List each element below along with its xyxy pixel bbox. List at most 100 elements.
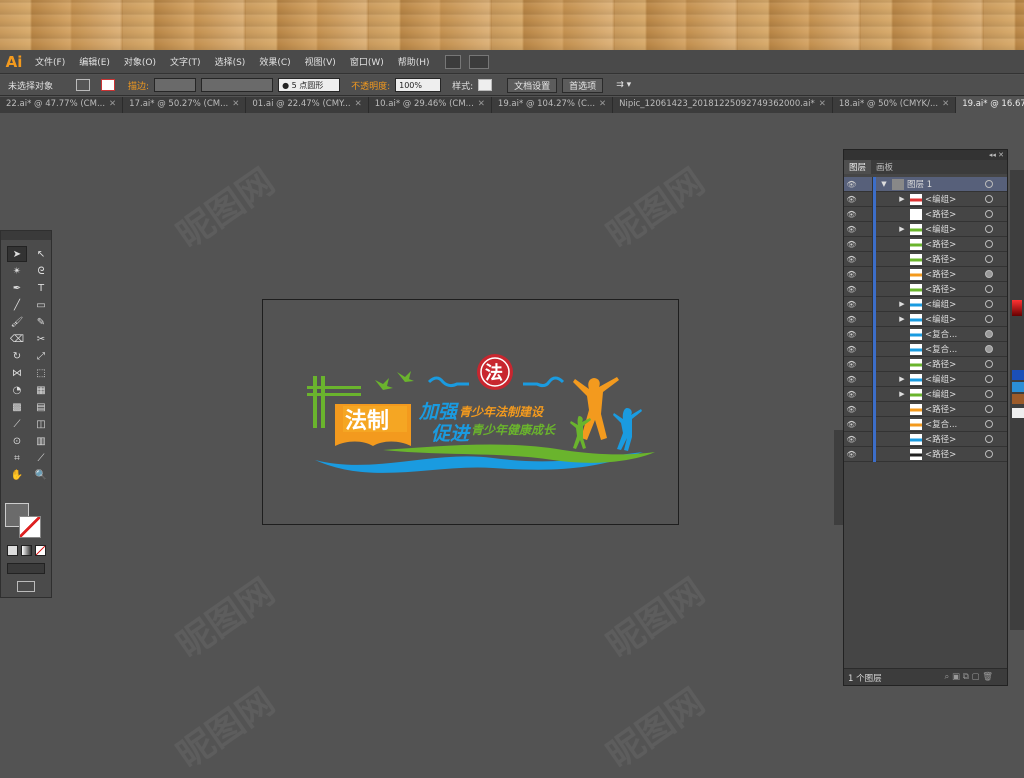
pen-tool-icon[interactable]: ✒ bbox=[7, 280, 27, 296]
magic-wand-icon[interactable]: ✴ bbox=[7, 263, 27, 279]
pencil-icon[interactable]: ✎ bbox=[31, 314, 51, 330]
menu-help[interactable]: 帮助(H) bbox=[391, 55, 437, 68]
visibility-eye-icon[interactable]: 👁 bbox=[844, 450, 859, 459]
lock-toggle[interactable] bbox=[859, 401, 873, 417]
collapsed-panel-strip[interactable] bbox=[834, 430, 843, 525]
layer-row-top[interactable]: 👁 ▼ 图层 1 bbox=[844, 176, 1007, 192]
lock-toggle[interactable] bbox=[859, 371, 873, 387]
visibility-eye-icon[interactable]: 👁 bbox=[844, 180, 859, 189]
brush-dropdown[interactable]: ● 5 点圆形 bbox=[278, 78, 341, 92]
target-circle-icon[interactable] bbox=[985, 360, 993, 368]
target-circle-icon[interactable] bbox=[985, 225, 993, 233]
target-circle-icon[interactable] bbox=[985, 240, 993, 248]
menu-select[interactable]: 选择(S) bbox=[208, 55, 253, 68]
scale-tool-icon[interactable]: ⤢ bbox=[31, 348, 51, 364]
visibility-eye-icon[interactable]: 👁 bbox=[844, 210, 859, 219]
layer-row[interactable]: 👁 <路径> bbox=[844, 446, 1007, 462]
selection-tool-icon[interactable]: ➤ bbox=[7, 246, 27, 262]
target-circle-icon[interactable] bbox=[985, 375, 993, 383]
lock-toggle[interactable] bbox=[859, 326, 873, 342]
eraser-icon[interactable]: ⌫ bbox=[7, 331, 27, 347]
lock-toggle[interactable] bbox=[859, 416, 873, 432]
layer-row[interactable]: 👁 <路径> bbox=[844, 401, 1007, 417]
target-circle-icon[interactable] bbox=[985, 195, 993, 203]
preferences-button[interactable]: 首选项 bbox=[562, 77, 604, 93]
color-swatch-icon[interactable] bbox=[1012, 408, 1024, 418]
menu-view[interactable]: 视图(V) bbox=[298, 55, 343, 68]
visibility-eye-icon[interactable]: 👁 bbox=[844, 360, 859, 369]
lock-toggle[interactable] bbox=[859, 221, 873, 237]
layer-row[interactable]: 👁 ▶ <编组> bbox=[844, 386, 1007, 402]
document-setup-button[interactable]: 文档设置 bbox=[507, 77, 558, 93]
visibility-eye-icon[interactable]: 👁 bbox=[844, 390, 859, 399]
menu-window[interactable]: 窗口(W) bbox=[343, 55, 391, 68]
document-tab[interactable]: 01.ai @ 22.47% (CMY... ✕ bbox=[246, 97, 369, 113]
expand-arrow-icon[interactable]: ▼ bbox=[878, 180, 890, 188]
document-tab[interactable]: 19.ai* @ 104.27% (C... ✕ bbox=[492, 97, 614, 113]
layer-row[interactable]: 👁 ▶ <编组> bbox=[844, 221, 1007, 237]
document-tab[interactable]: 10.ai* @ 29.46% (CM... ✕ bbox=[369, 97, 492, 113]
document-tab[interactable]: 22.ai* @ 47.77% (CM... ✕ bbox=[0, 97, 124, 113]
expand-arrow-icon[interactable]: ▶ bbox=[896, 300, 908, 308]
artboard-tool-icon[interactable]: ⌗ bbox=[7, 450, 27, 466]
target-circle-icon[interactable] bbox=[985, 405, 993, 413]
lock-toggle[interactable] bbox=[859, 356, 873, 372]
lock-toggle[interactable] bbox=[859, 446, 873, 462]
target-circle-icon[interactable] bbox=[985, 210, 993, 218]
stroke-swatch[interactable] bbox=[101, 79, 116, 91]
lock-toggle[interactable] bbox=[859, 176, 873, 192]
free-transform-icon[interactable]: ⬚ bbox=[31, 365, 51, 381]
column-graph-icon[interactable]: ▥ bbox=[31, 433, 51, 449]
paintbrush-icon[interactable]: 🖌 bbox=[7, 314, 27, 330]
document-tab[interactable]: 18.ai* @ 50% (CMYK/... ✕ bbox=[833, 97, 957, 113]
lock-toggle[interactable] bbox=[859, 311, 873, 327]
visibility-eye-icon[interactable]: 👁 bbox=[844, 255, 859, 264]
hand-tool-icon[interactable]: ✋ bbox=[7, 467, 27, 483]
visibility-eye-icon[interactable]: 👁 bbox=[844, 315, 859, 324]
zoom-tool-icon[interactable]: 🔍 bbox=[31, 467, 51, 483]
document-tab-active[interactable]: 19.ai* @ 16.67% (CMY bbox=[956, 97, 1024, 113]
target-circle-icon[interactable] bbox=[985, 435, 993, 443]
target-circle-icon[interactable] bbox=[985, 345, 993, 353]
eyedropper-icon[interactable]: ⟋ bbox=[7, 416, 27, 432]
stroke-box[interactable] bbox=[19, 516, 41, 538]
layer-row[interactable]: 👁 ▶ <编组> bbox=[844, 371, 1007, 387]
document-tab[interactable]: Nipic_12061423_20181225092749362000.ai* ✕ bbox=[613, 97, 833, 113]
lock-toggle[interactable] bbox=[859, 206, 873, 222]
color-swatch-icon[interactable] bbox=[1012, 394, 1024, 404]
lock-toggle[interactable] bbox=[859, 296, 873, 312]
color-swatch-icon[interactable] bbox=[1012, 382, 1024, 392]
layer-row[interactable]: 👁 <路径> bbox=[844, 356, 1007, 372]
lock-toggle[interactable] bbox=[859, 386, 873, 402]
screen-mode-icon[interactable] bbox=[17, 581, 35, 592]
layer-row[interactable]: 👁 <路径> bbox=[844, 281, 1007, 297]
layer-row[interactable]: 👁 <路径> bbox=[844, 431, 1007, 447]
visibility-eye-icon[interactable]: 👁 bbox=[844, 240, 859, 249]
expand-arrow-icon[interactable]: ▶ bbox=[896, 225, 908, 233]
none-mode-icon[interactable] bbox=[35, 545, 46, 556]
arrange-documents-icon[interactable] bbox=[468, 54, 489, 69]
target-circle-icon[interactable] bbox=[985, 330, 993, 338]
draw-mode-icon[interactable] bbox=[7, 563, 45, 574]
lasso-icon[interactable]: ᘓ bbox=[31, 263, 51, 279]
shape-builder-icon[interactable]: ◔ bbox=[7, 382, 27, 398]
menu-file[interactable]: 文件(F) bbox=[28, 55, 72, 68]
visibility-eye-icon[interactable]: 👁 bbox=[844, 225, 859, 234]
panel-menu-icon[interactable]: ⇉ ▾ bbox=[616, 80, 631, 90]
gradient-tool-icon[interactable]: ▤ bbox=[31, 399, 51, 415]
symbol-sprayer-icon[interactable]: ⊙ bbox=[7, 433, 27, 449]
bridge-icon[interactable] bbox=[444, 54, 461, 69]
expand-arrow-icon[interactable]: ▶ bbox=[896, 195, 908, 203]
target-circle-icon[interactable] bbox=[985, 300, 993, 308]
target-circle-icon[interactable] bbox=[985, 420, 993, 428]
target-circle-icon[interactable] bbox=[985, 285, 993, 293]
layer-row[interactable]: 👁 <路径> bbox=[844, 206, 1007, 222]
visibility-eye-icon[interactable]: 👁 bbox=[844, 405, 859, 414]
lock-toggle[interactable] bbox=[859, 191, 873, 207]
color-swatch-icon[interactable] bbox=[1012, 370, 1024, 380]
document-tab[interactable]: 17.ai* @ 50.27% (CM... ✕ bbox=[123, 97, 247, 113]
gradient-mode-icon[interactable] bbox=[21, 545, 32, 556]
lock-toggle[interactable] bbox=[859, 251, 873, 267]
red-indicator-icon[interactable] bbox=[1012, 300, 1022, 316]
visibility-eye-icon[interactable]: 👁 bbox=[844, 285, 859, 294]
